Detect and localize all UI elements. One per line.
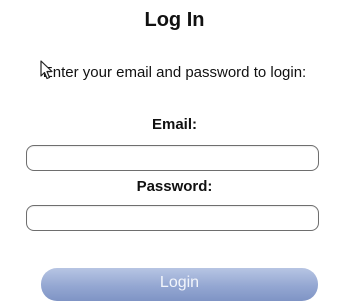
login-instructions: Enter your email and password to login: — [42, 64, 307, 81]
email-field[interactable] — [26, 145, 319, 171]
page-title: Log In — [144, 9, 205, 31]
email-label: Email: — [151, 116, 197, 133]
password-field[interactable] — [26, 205, 319, 231]
password-label: Password: — [136, 178, 213, 195]
login-button[interactable]: Login — [41, 268, 318, 301]
